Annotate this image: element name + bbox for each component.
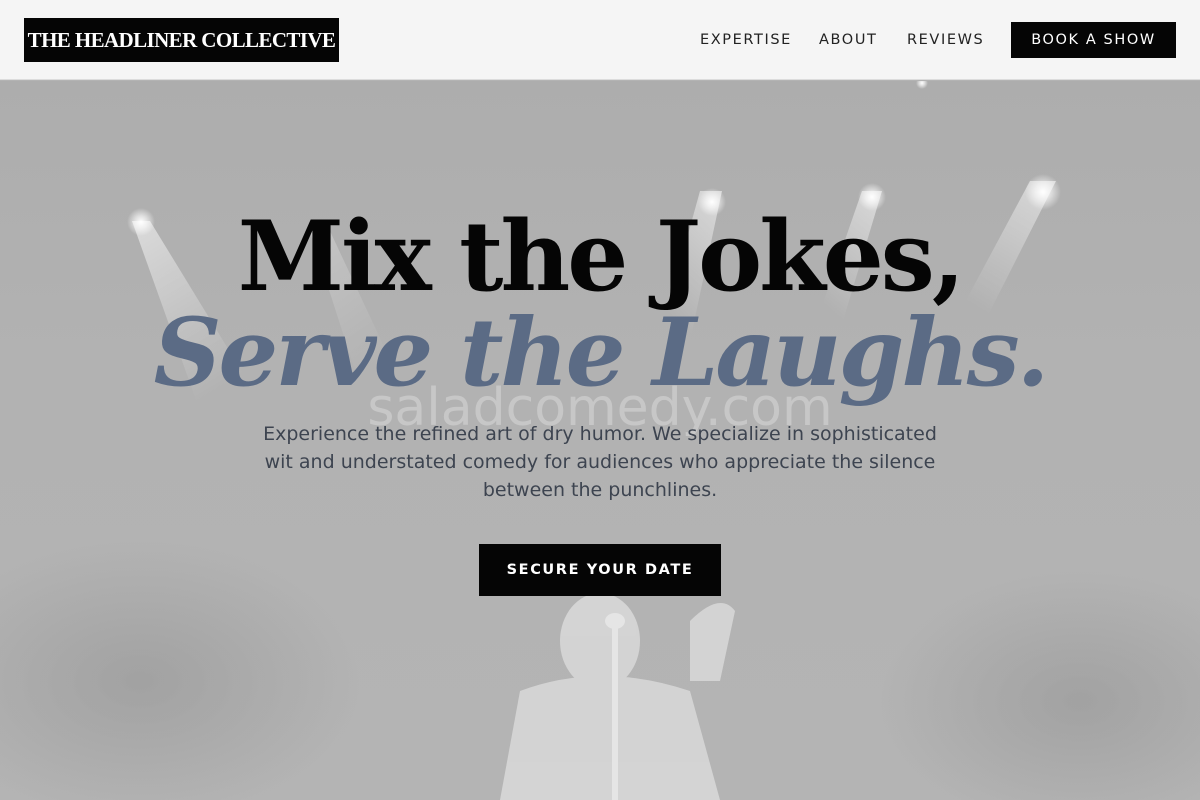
secure-your-date-button[interactable]: SECURE YOUR DATE — [479, 544, 721, 596]
book-a-show-button[interactable]: BOOK A SHOW — [1011, 22, 1176, 58]
nav-link-reviews[interactable]: REVIEWS — [907, 30, 984, 50]
nav-link-expertise[interactable]: EXPERTISE — [700, 30, 792, 50]
hero-description: Experience the refined art of dry humor.… — [263, 423, 937, 501]
nav-link-about[interactable]: ABOUT — [819, 30, 878, 50]
site-logo[interactable]: THE HEADLINER COLLECTIVE — [24, 18, 339, 62]
site-header: THE HEADLINER COLLECTIVE EXPERTISE ABOUT… — [0, 0, 1200, 80]
hero-headline-line2: Serve the Laughs. — [153, 298, 1050, 408]
hero-headline-line1: Mix the Jokes, — [237, 200, 966, 313]
landing-page: THE HEADLINER COLLECTIVE EXPERTISE ABOUT… — [0, 0, 1200, 800]
